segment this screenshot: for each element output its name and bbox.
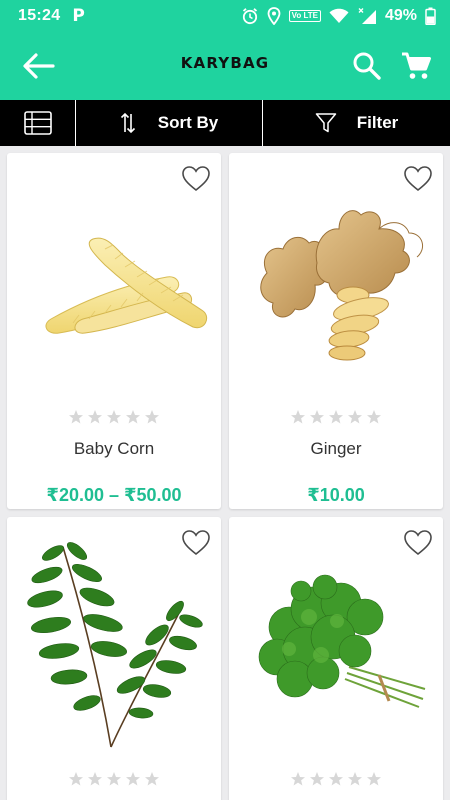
signal-icon [358, 8, 376, 24]
battery-percent: 49% [384, 7, 417, 24]
app-header: KARYBAG [0, 32, 450, 100]
view-toggle-button[interactable] [0, 100, 76, 146]
star-icon [329, 410, 343, 424]
star-rating [229, 771, 443, 787]
star-icon [69, 772, 83, 786]
sort-by-button[interactable]: Sort By [76, 100, 263, 146]
product-grid: Baby Corn ₹20.00 – ₹50.00 Ginger ₹10.00 [0, 146, 450, 800]
star-icon [367, 772, 381, 786]
star-icon [348, 772, 362, 786]
sort-icon [120, 112, 135, 134]
star-icon [310, 410, 324, 424]
star-icon [348, 410, 362, 424]
location-icon [267, 7, 280, 25]
star-rating [7, 409, 221, 425]
wishlist-heart-icon[interactable] [403, 165, 433, 193]
product-name[interactable]: Ginger [229, 439, 443, 459]
star-icon [329, 772, 343, 786]
status-right: Vo LTE 49% [241, 7, 436, 25]
filter-icon [315, 113, 336, 133]
app-notification-icon: P [72, 6, 85, 26]
star-icon [88, 410, 102, 424]
star-icon [88, 772, 102, 786]
star-rating [7, 771, 221, 787]
product-price: ₹20.00 – ₹50.00 [46, 485, 182, 505]
battery-icon [425, 7, 436, 25]
star-rating [229, 409, 443, 425]
filter-label: Filter [356, 113, 399, 132]
product-card[interactable]: Baby Corn ₹20.00 – ₹50.00 [7, 153, 221, 509]
status-time: 15:24 [18, 7, 61, 24]
status-bar: 15:24 P Vo LTE 49% [0, 0, 450, 32]
wishlist-heart-icon[interactable] [181, 529, 211, 557]
list-view-icon [23, 111, 52, 135]
back-arrow-icon[interactable] [22, 52, 56, 80]
product-card[interactable]: Ginger ₹10.00 [229, 153, 443, 509]
star-icon [310, 772, 324, 786]
star-icon [145, 410, 159, 424]
star-icon [291, 410, 305, 424]
star-icon [145, 772, 159, 786]
star-icon [126, 772, 140, 786]
star-icon [107, 410, 121, 424]
star-icon [69, 410, 83, 424]
status-left: 15:24 P [18, 6, 85, 26]
star-icon [291, 772, 305, 786]
wishlist-heart-icon[interactable] [181, 165, 211, 193]
wifi-icon [329, 8, 349, 23]
star-icon [107, 772, 121, 786]
wishlist-heart-icon[interactable] [403, 529, 433, 557]
sort-by-label: Sort By [157, 113, 219, 132]
product-name[interactable]: Baby Corn [7, 439, 221, 459]
star-icon [367, 410, 381, 424]
cart-icon[interactable] [400, 50, 432, 82]
product-card[interactable] [229, 517, 443, 800]
product-price: ₹10.00 [307, 485, 365, 505]
volte-icon: Vo LTE [288, 10, 321, 22]
star-icon [126, 410, 140, 424]
toolbar: Sort By Filter [0, 100, 450, 146]
product-card[interactable] [7, 517, 221, 800]
filter-button[interactable]: Filter [263, 100, 450, 146]
alarm-icon [242, 8, 257, 25]
search-icon[interactable] [351, 50, 383, 82]
